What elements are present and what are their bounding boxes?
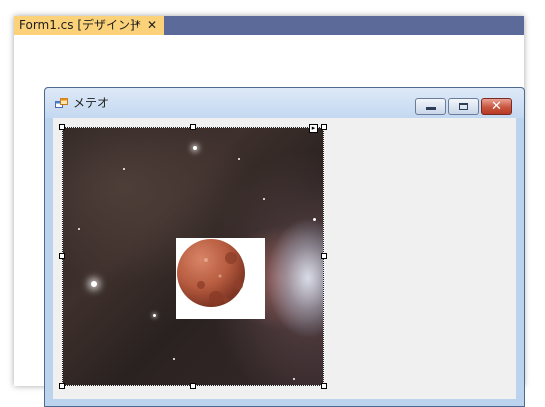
close-icon: ✕ xyxy=(491,99,502,114)
resize-grip-bottom-center[interactable] xyxy=(190,383,196,389)
smart-tag-arrow-icon[interactable]: ▸ xyxy=(309,124,318,133)
form-titlebar[interactable]: メテオ ✕ xyxy=(45,88,524,118)
resize-grip-middle-left[interactable] xyxy=(59,253,65,259)
designed-form[interactable]: メテオ ✕ ▸ xyxy=(44,87,525,407)
resize-grip-top-right[interactable] xyxy=(321,124,327,130)
resize-grip-bottom-right[interactable] xyxy=(321,383,327,389)
form-icon xyxy=(55,98,68,108)
maximize-button[interactable] xyxy=(448,98,479,115)
form-client-area[interactable]: ▸ xyxy=(53,118,516,399)
selection-frame xyxy=(62,127,324,386)
form-title: メテオ xyxy=(73,96,110,110)
designer-document-window: Form1.cs [デザイン]* ⊣ ✕ メテオ ✕ ▸ xyxy=(14,16,525,407)
pin-icon[interactable]: ⊣ xyxy=(128,16,140,35)
document-tab-strip: Form1.cs [デザイン]* ⊣ ✕ xyxy=(14,16,524,35)
design-surface: メテオ ✕ ▸ xyxy=(14,35,525,407)
resize-grip-top-center[interactable] xyxy=(190,124,196,130)
resize-grip-top-left[interactable] xyxy=(59,124,65,130)
tab-form1-design[interactable]: Form1.cs [デザイン]* ⊣ ✕ xyxy=(14,16,164,35)
minimize-button[interactable] xyxy=(415,98,446,115)
maximize-icon xyxy=(459,103,468,110)
resize-grip-middle-right[interactable] xyxy=(321,253,327,259)
tab-label: Form1.cs [デザイン]* xyxy=(19,18,141,32)
form-close-button[interactable]: ✕ xyxy=(481,98,512,115)
minimize-icon xyxy=(426,107,436,110)
resize-grip-bottom-left[interactable] xyxy=(59,383,65,389)
close-icon[interactable]: ✕ xyxy=(146,16,158,35)
